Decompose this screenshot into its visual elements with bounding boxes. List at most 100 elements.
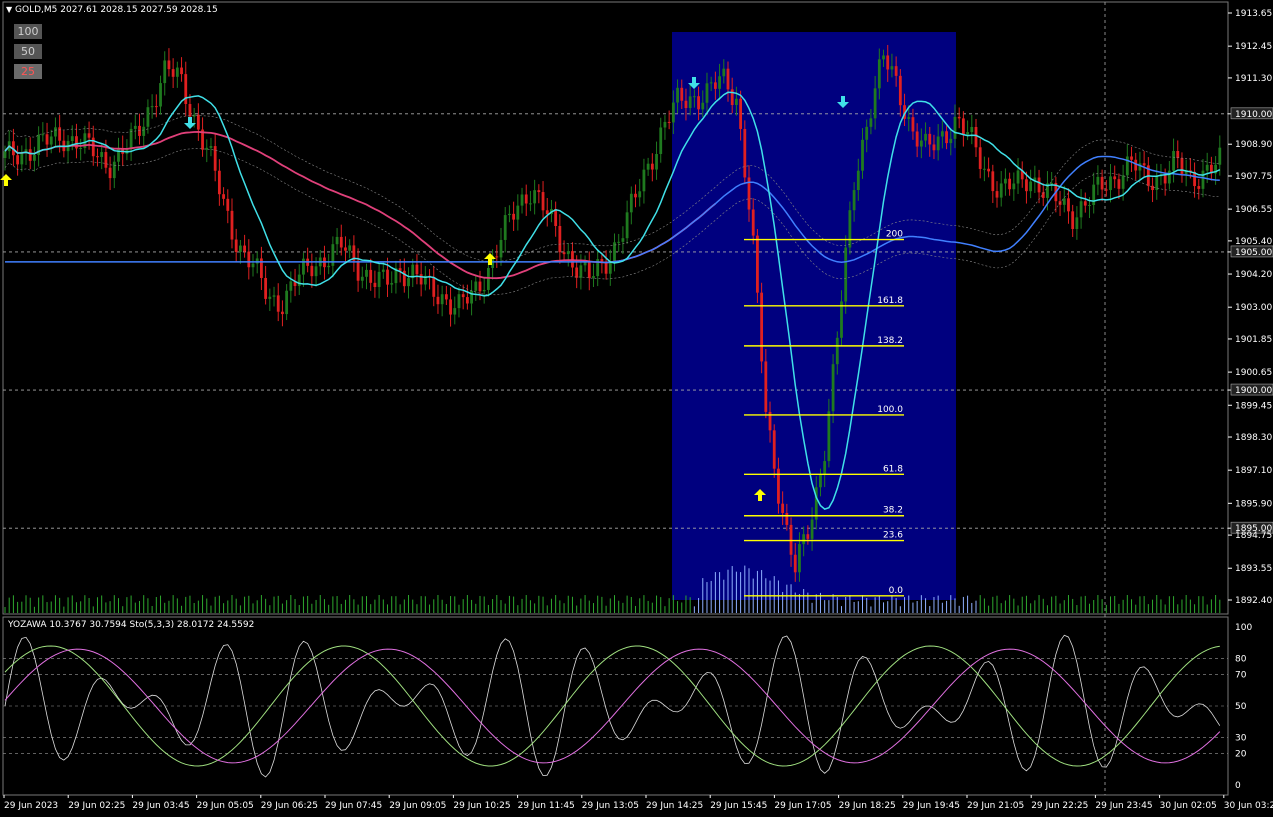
candle-body-276 [1163, 175, 1167, 184]
candle-body-58 [247, 251, 251, 268]
candle-body-289 [1218, 147, 1222, 165]
candle-body-125 [529, 203, 532, 205]
level-button-50[interactable]: 50 [14, 44, 42, 59]
price-tick-label-1: 1912.45 [1235, 42, 1272, 52]
candle-body-156 [659, 127, 663, 154]
candle-body-63 [268, 296, 272, 299]
candle-body-243 [1025, 179, 1028, 192]
triangle-down-icon[interactable]: ▼ [6, 5, 12, 14]
candle-body-185 [781, 503, 785, 513]
candle-body-26 [112, 161, 116, 179]
candle-body-157 [663, 121, 667, 128]
candle-body-175 [739, 98, 743, 129]
time-tick-label-9: 29 Jun 13:05 [582, 801, 639, 811]
candle-body-104 [440, 294, 444, 305]
envelope-lower [4, 148, 1220, 296]
candle-body-147 [621, 238, 625, 242]
candle-body-167 [705, 83, 709, 103]
time-tick-label-4: 29 Jun 06:25 [261, 801, 318, 811]
price-tick-label-10: 1903.00 [1235, 303, 1272, 313]
time-tick-label-16: 29 Jun 22:25 [1031, 801, 1088, 811]
candle-body-215 [907, 117, 911, 119]
candle-body-180 [760, 292, 764, 362]
candle-body-54 [230, 210, 234, 240]
candle-body-134 [566, 251, 570, 255]
candle-body-256 [1079, 201, 1083, 218]
time-tick-label-18: 30 Jun 02:05 [1160, 801, 1217, 811]
candle-body-285 [1201, 170, 1205, 189]
candle-body-153 [646, 163, 650, 170]
time-tick-label-15: 29 Jun 21:05 [967, 801, 1024, 811]
time-tick-label-6: 29 Jun 09:05 [389, 801, 446, 811]
candle-body-102 [432, 277, 436, 297]
candle-body-105 [444, 294, 448, 300]
symbol-line: GOLD,M5 2027.61 2028.15 2027.59 2028.15 [15, 5, 218, 15]
fib-level-label-6: 23.6 [883, 531, 903, 541]
candle-body-51 [217, 170, 221, 195]
candle-body-38 [163, 60, 167, 84]
candle-body-212 [894, 66, 898, 76]
candle-body-123 [520, 194, 524, 206]
fib-level-label-0: 200 [886, 230, 903, 240]
candle-body-178 [751, 209, 755, 236]
candle-body-171 [722, 68, 726, 77]
price-tick-label-15: 1898.30 [1235, 433, 1272, 443]
fib-level-label-3: 100.0 [877, 405, 903, 415]
level-button-25[interactable]: 25 [14, 64, 42, 79]
candle-body-217 [915, 131, 919, 147]
price-tick-label-4: 1908.90 [1235, 140, 1272, 150]
candle-body-254 [1071, 211, 1075, 229]
chart-window: 1913.65 1912.45 1911.30 1910.00 1908.90 1907.… [0, 0, 1273, 817]
candle-body-64 [272, 295, 276, 297]
candle-body-264 [1113, 176, 1117, 180]
candle-body-71 [302, 258, 305, 275]
candle-body-233 [983, 168, 986, 170]
envelope-upper [4, 115, 1220, 262]
price-tick-label-5: 1907.75 [1235, 172, 1272, 182]
candle-body-151 [638, 191, 642, 198]
level-button-100[interactable]: 100 [14, 24, 42, 39]
candle-body-0 [3, 151, 7, 159]
candle-body-9 [41, 134, 45, 136]
price-tick-label-17: 1895.90 [1235, 499, 1272, 509]
candle-body-278 [1172, 150, 1175, 171]
candle-body-198 [835, 337, 839, 365]
candle-body-149 [629, 193, 633, 213]
candle-body-160 [676, 87, 679, 103]
time-tick-label-3: 29 Jun 05:05 [197, 801, 254, 811]
candle-body-27 [117, 147, 120, 162]
fib-level-label-2: 138.2 [877, 336, 903, 346]
arrow-up-icon [0, 174, 12, 186]
candle-body-126 [533, 190, 537, 204]
candle-body-231 [974, 126, 978, 148]
chart-canvas[interactable]: 1913.65 1912.45 1911.30 1910.00 1908.90 1907.… [0, 0, 1273, 817]
candle-body-67 [285, 290, 289, 315]
candle-body-39 [167, 60, 171, 70]
price-tick-label-3: 1910.00 [1235, 110, 1272, 120]
candle-body-113 [478, 281, 482, 292]
candle-body-249 [1050, 183, 1054, 185]
candle-body-163 [688, 96, 692, 109]
candle-body-195 [823, 461, 827, 475]
candle-body-70 [297, 274, 301, 287]
time-tick-label-14: 29 Jun 19:45 [903, 801, 960, 811]
time-tick-label-13: 29 Jun 18:25 [839, 801, 896, 811]
candle-body-112 [474, 281, 478, 291]
candle-body-161 [680, 87, 684, 101]
candle-body-228 [961, 118, 965, 135]
candle-body-192 [810, 519, 814, 539]
candle-body-73 [310, 265, 314, 277]
candle-body-52 [222, 194, 225, 199]
candle-body-269 [1134, 159, 1138, 171]
candle-body-257 [1083, 201, 1087, 206]
candle-body-188 [793, 554, 797, 573]
candle-body-216 [911, 117, 915, 132]
ma-slow-pink [4, 130, 716, 280]
candle-body-237 [999, 183, 1003, 198]
candle-body-89 [377, 271, 381, 287]
candle-body-57 [243, 245, 246, 252]
candle-body-40 [171, 69, 175, 77]
price-tick-label-7: 1905.40 [1235, 237, 1272, 247]
candle-body-137 [579, 265, 583, 278]
candle-body-241 [1016, 170, 1020, 184]
